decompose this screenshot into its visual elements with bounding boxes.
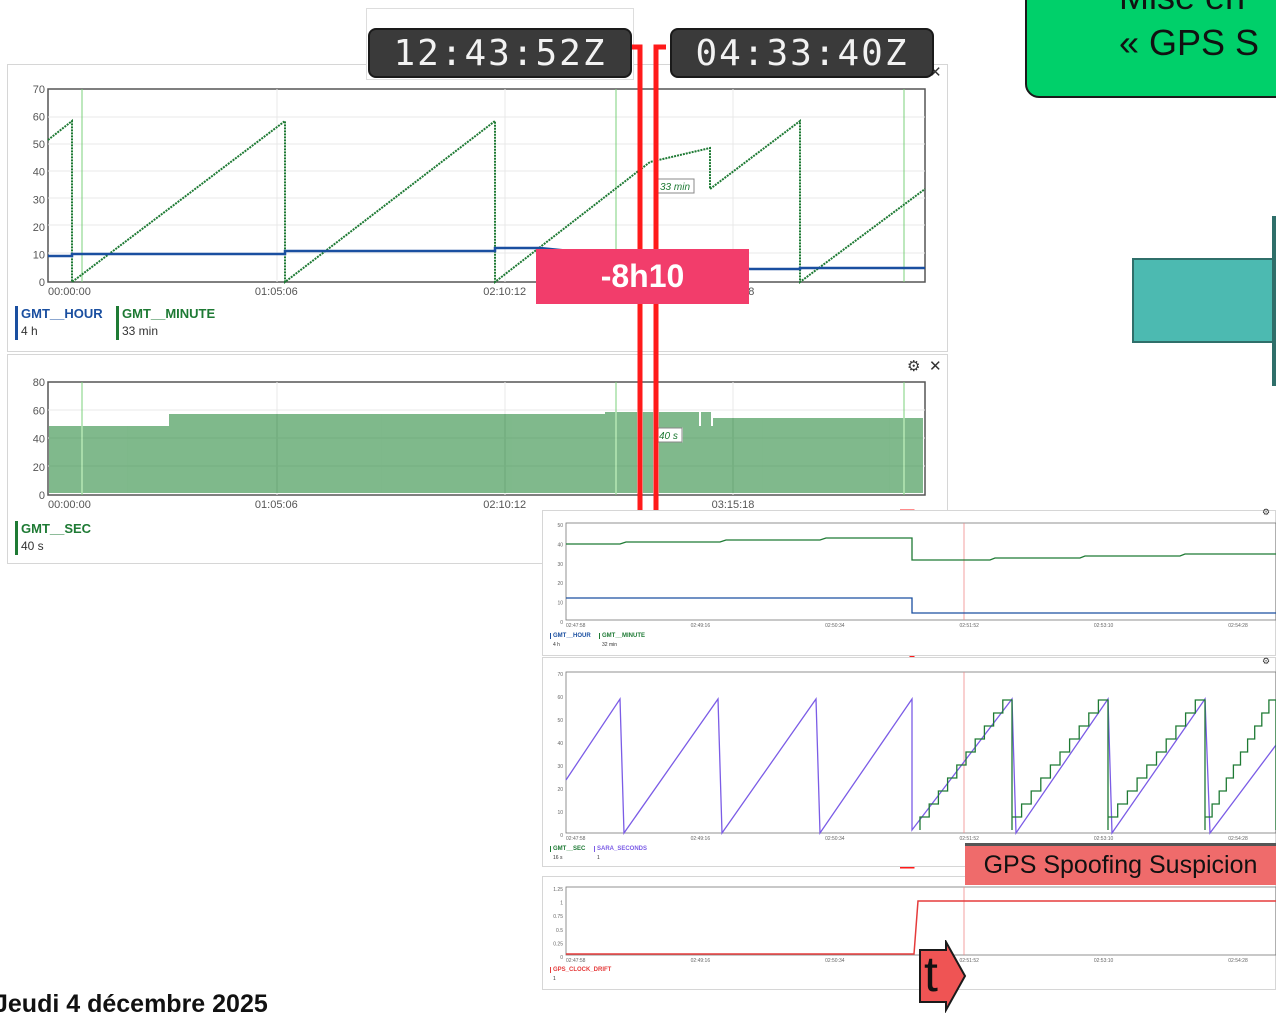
x-tick-label: 02:51:52 <box>959 836 979 842</box>
x-tick-label: 02:49:16 <box>691 623 711 629</box>
zoom-legend-drift-value: 1 <box>553 976 556 982</box>
x-tick-label: 02:53:10 <box>1094 836 1114 842</box>
y-tick-label: 40 <box>557 741 563 747</box>
y-tick-label: 0.25 <box>553 941 563 947</box>
x-tick-label: 02:53:10 <box>1094 623 1114 629</box>
zoom-legend-minute-value: 32 min <box>602 642 618 648</box>
y-tick-label: 1 <box>560 901 563 907</box>
zoom-gmt-sec-series <box>919 699 1276 830</box>
y-tick-label: 10 <box>557 601 563 607</box>
spoofing-suspicion-label: GPS Spoofing Suspicion <box>965 843 1276 885</box>
zoom-legend-minute: GMT__MINUTE <box>599 633 645 639</box>
zoom-legend-sec-value: 16 s <box>553 855 563 861</box>
x-tick-label: 02:50:34 <box>825 623 845 629</box>
y-tick-label: 10 <box>557 810 563 816</box>
y-tick-label: 50 <box>557 718 563 724</box>
y-tick-label: 0.75 <box>553 914 563 920</box>
x-tick-label: 02:51:52 <box>959 623 979 629</box>
y-tick-label: 30 <box>557 764 563 770</box>
zoom-legend-drift: GPS_CLOCK_DRIFT <box>550 967 611 973</box>
date-footer: Jeudi 4 décembre 2025 <box>0 990 268 1018</box>
y-tick-label: 1.25 <box>553 887 563 893</box>
y-tick-label: 50 <box>557 523 563 529</box>
y-tick-label: 60 <box>557 695 563 701</box>
x-tick-label: 02:50:34 <box>825 836 845 842</box>
y-tick-label: 0 <box>560 955 563 961</box>
zoom-sara-seconds-series <box>565 696 1276 836</box>
y-tick-label: 70 <box>557 672 563 678</box>
y-tick-label: 0 <box>560 833 563 839</box>
x-tick-label: 02:49:16 <box>691 836 711 842</box>
y-tick-label: 20 <box>557 787 563 793</box>
x-tick-label: 02:47:58 <box>566 836 586 842</box>
y-tick-label: 20 <box>557 581 563 587</box>
y-tick-label: 0.5 <box>556 928 563 934</box>
zoom-legend-sec: GMT__SEC <box>550 846 585 852</box>
x-tick-label: 02:54:28 <box>1228 623 1248 629</box>
zoom-legend-sara-value: 1 <box>597 855 600 861</box>
x-tick-label: 02:47:58 <box>566 623 586 629</box>
zoom-gmt-minute-series <box>566 537 1276 561</box>
x-tick-label: 02:54:28 <box>1228 836 1248 842</box>
time-marker-label: t <box>924 946 938 1002</box>
y-tick-label: 30 <box>557 562 563 568</box>
x-tick-label: 02:47:58 <box>566 958 586 964</box>
x-tick-label: 02:53:10 <box>1094 958 1114 964</box>
y-tick-label: 0 <box>560 620 563 626</box>
zoom-gmt-hour-series <box>566 597 1276 614</box>
zoom-legend-hour-value: 4 h <box>553 642 560 648</box>
x-tick-label: 02:49:16 <box>691 958 711 964</box>
x-tick-label: 02:50:34 <box>825 958 845 964</box>
x-tick-label: 02:54:28 <box>1228 958 1248 964</box>
zoom-legend-hour: GMT__HOUR <box>550 633 591 639</box>
y-tick-label: 40 <box>557 542 563 548</box>
zoom-legend-sara: SARA_SECONDS <box>594 846 647 852</box>
